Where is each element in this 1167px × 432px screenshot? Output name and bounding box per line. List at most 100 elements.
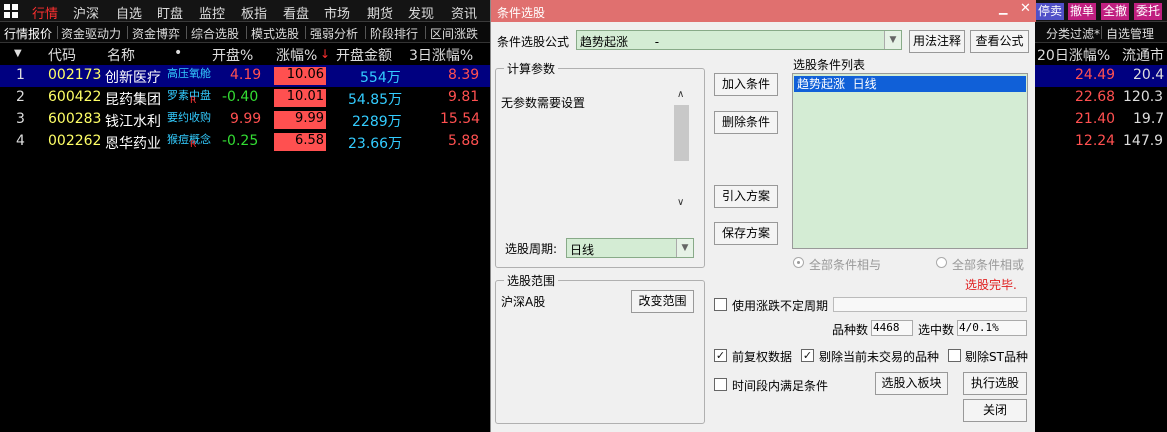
table-row-right[interactable]: 21.40 19.7 [1035, 109, 1167, 131]
tab-capital-game[interactable]: 资金博弈 [132, 25, 180, 42]
concept-tag: 高压氧舱 [167, 67, 211, 80]
count-value: 4468 [871, 320, 913, 336]
nav-item-indices[interactable]: 板指 [241, 3, 267, 22]
params-group-title: 计算参数 [504, 60, 559, 77]
prev-adjust-checkbox[interactable]: ✓ [714, 349, 727, 362]
time-condition-checkbox[interactable] [714, 378, 727, 391]
col-name[interactable]: 名称 [107, 45, 135, 65]
run-pick-button[interactable]: 执行选股 [963, 372, 1027, 395]
stop-sell-button[interactable]: 停卖 [1036, 3, 1065, 20]
variable-period-label: 使用涨跌不定周期 [732, 299, 829, 313]
nav-item-market[interactable]: 市场 [324, 3, 350, 22]
selected-label: 选中数 [918, 323, 955, 337]
period-select[interactable]: 日线 ▼ [566, 238, 694, 258]
table-row-right[interactable]: 12.24 147.9 [1035, 131, 1167, 153]
col-float-mcap[interactable]: 流通市 [1122, 45, 1164, 65]
table-row[interactable]: 1 002173 创新医疗 高压氧舱 4.19 10.06 554万 8.39 [0, 65, 490, 87]
radio-and-label: 全部条件相与 [809, 258, 882, 272]
scroll-thumb[interactable] [674, 105, 689, 161]
radio-or-label: 全部条件相或 [952, 258, 1025, 272]
formula-label: 条件选股公式 [497, 35, 570, 49]
change-range-button[interactable]: 改变范围 [631, 290, 694, 313]
table-row[interactable]: 2 600422 昆药集团 罗素中盘 R -0.40 10.01 54.85万 … [0, 87, 490, 109]
params-group: 计算参数 无参数需要设置 ∧ ∨ 选股周期: 日线 ▼ [495, 60, 705, 268]
range-group-title: 选股范围 [504, 272, 559, 289]
nav-item-discover[interactable]: 发现 [408, 3, 434, 22]
col-change-pct[interactable]: 涨幅% [276, 45, 317, 65]
nav-item-monitor-board[interactable]: 盯盘 [157, 3, 183, 22]
prev-adjust-label: 前复权数据 [732, 350, 793, 364]
table-row-right[interactable]: 24.49 20.4 [1035, 65, 1167, 87]
nav-item-futures[interactable]: 期货 [367, 3, 393, 22]
nav-item-quotes[interactable]: 行情 [32, 3, 58, 22]
chevron-down-icon[interactable]: ▼ [676, 239, 693, 257]
list-item[interactable]: 趋势起涨 日线 [794, 76, 1026, 92]
status-text: 选股完毕. [965, 278, 1017, 292]
tab-composite-pick[interactable]: 综合选股 [191, 25, 239, 42]
usage-notes-button[interactable]: 用法注释 [909, 30, 965, 53]
concept-tag: 罗素中盘 [167, 89, 211, 102]
expand-down-icon[interactable]: ▼ [14, 48, 22, 59]
selected-value: 4/0.1% [957, 320, 1027, 336]
col-open-amount[interactable]: 开盘金额 [336, 45, 392, 65]
tab-range-change[interactable]: 区间涨跌 [430, 25, 478, 42]
col-20day-change[interactable]: 20日涨幅% [1037, 45, 1110, 65]
exclude-untraded-label: 剔除当前未交易的品种 [819, 350, 940, 364]
concept-tag: 猴痘概念 [167, 133, 211, 146]
exclude-untraded-checkbox[interactable]: ✓ [801, 349, 814, 362]
conditions-list[interactable]: 趋势起涨 日线 [792, 73, 1028, 249]
add-condition-button[interactable]: 加入条件 [714, 73, 778, 96]
to-block-button[interactable]: 选股入板块 [875, 372, 948, 395]
formula-select[interactable]: 趋势起涨 - ▼ [576, 30, 902, 50]
table-row-right[interactable]: 22.68 120.3 [1035, 87, 1167, 109]
cancel-order-button[interactable]: 撤单 [1068, 3, 1097, 20]
radio-or[interactable] [936, 257, 947, 268]
r-badge: R [190, 140, 197, 150]
tab-stage-ranking[interactable]: 阶段排行 [370, 25, 418, 42]
nav-item-shsz[interactable]: 沪深 [73, 3, 99, 22]
cancel-all-button[interactable]: 全撤 [1101, 3, 1130, 20]
dialog-title: 条件选股 [497, 6, 546, 20]
count-label: 品种数 [832, 323, 869, 337]
minimize-icon[interactable]: ▁ [999, 2, 1007, 15]
delete-condition-button[interactable]: 删除条件 [714, 111, 778, 134]
chevron-down-icon[interactable]: ▼ [884, 31, 901, 49]
range-group: 选股范围 沪深A股 改变范围 [495, 272, 705, 424]
tab-quote-list[interactable]: 行情报价 [4, 25, 52, 42]
radio-and[interactable] [793, 257, 804, 268]
tab-capital-drive[interactable]: 资金驱动力 [61, 25, 121, 42]
col-3day-change[interactable]: 3日涨幅% [409, 45, 473, 65]
col-dot[interactable]: • [174, 45, 182, 61]
scroll-up-icon[interactable]: ∧ [677, 89, 684, 100]
dialog-title-bar[interactable]: 条件选股 ▁ ✕ [491, 0, 1036, 22]
tab-watchlist-manage[interactable]: 自选管理 [1106, 25, 1154, 42]
exclude-st-checkbox[interactable] [948, 349, 961, 362]
view-formula-button[interactable]: 查看公式 [970, 30, 1029, 53]
scroll-down-icon[interactable]: ∨ [677, 197, 684, 208]
time-condition-label: 时间段内满足条件 [732, 379, 829, 393]
sort-desc-icon: ↓ [320, 47, 331, 61]
nav-item-watchlist[interactable]: 自选 [116, 3, 142, 22]
params-scrollbar[interactable]: ∧ ∨ [674, 89, 689, 213]
nav-item-news[interactable]: 资讯 [451, 3, 477, 22]
tab-category-filter[interactable]: 分类过滤* [1046, 25, 1100, 42]
col-open-pct[interactable]: 开盘% [212, 45, 253, 65]
table-row[interactable]: 3 600283 钱江水利 要约收购 9.99 9.99 2289万 15.54 [0, 109, 490, 131]
nav-item-view[interactable]: 看盘 [283, 3, 309, 22]
import-scheme-button[interactable]: 引入方案 [714, 185, 778, 208]
params-text: 无参数需要设置 [501, 96, 586, 110]
variable-period-checkbox[interactable] [714, 298, 727, 311]
nav-item-monitor[interactable]: 监控 [199, 3, 225, 22]
save-scheme-button[interactable]: 保存方案 [714, 222, 778, 245]
col-code[interactable]: 代码 [48, 45, 76, 65]
tab-pattern-pick[interactable]: 模式选股 [251, 25, 299, 42]
tab-strength-analysis[interactable]: 强弱分析 [310, 25, 358, 42]
close-icon[interactable]: ✕ [1020, 1, 1031, 16]
conditions-list-title: 选股条件列表 [793, 58, 866, 72]
app-grid-icon[interactable] [4, 4, 18, 18]
condition-pick-dialog: 条件选股 ▁ ✕ 条件选股公式 趋势起涨 - ▼ 用法注释 查看公式 计算参数 … [490, 0, 1036, 432]
order-button[interactable]: 委托 [1134, 3, 1163, 20]
table-row[interactable]: 4 002262 恩华药业 猴痘概念 R -0.25 6.58 23.66万 5… [0, 131, 490, 153]
close-button[interactable]: 关闭 [963, 399, 1027, 422]
exclude-st-label: 剔除ST品种 [965, 350, 1028, 364]
